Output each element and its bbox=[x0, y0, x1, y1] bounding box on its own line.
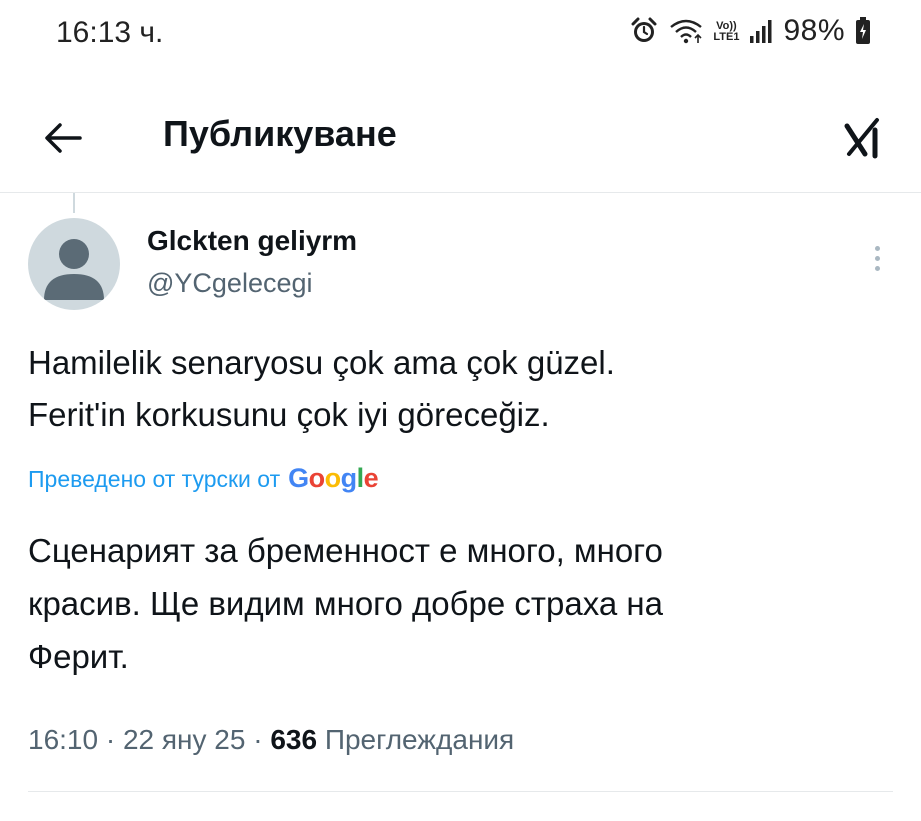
translated-text-line: Ферит. bbox=[28, 638, 129, 675]
tweet-meta: 16:10 · 22 яну 25 · 636 Преглеждания bbox=[28, 724, 514, 756]
arrow-left-icon bbox=[45, 123, 82, 153]
status-icons: Vo)) LTE1 98% bbox=[629, 14, 871, 48]
tweet-text: Hamilelik senaryosu çok ama çok güzel. F… bbox=[28, 337, 888, 441]
status-bar: 16:13 ч. Vo)) LTE1 98% bbox=[0, 0, 921, 70]
page-title: Публикуване bbox=[163, 113, 397, 154]
network-label: LTE1 bbox=[713, 31, 740, 43]
wifi-icon bbox=[669, 17, 703, 45]
bottom-divider bbox=[28, 791, 893, 792]
meta-separator: · bbox=[253, 724, 263, 755]
status-time: 16:13 ч. bbox=[56, 16, 164, 49]
tweet-text-line: Ferit'in korkusunu çok iyi göreceğiz. bbox=[28, 396, 550, 433]
default-avatar-icon bbox=[44, 239, 104, 300]
volte-icon: Vo)) LTE1 bbox=[713, 21, 739, 43]
views-label[interactable]: Преглеждания bbox=[325, 724, 514, 755]
avatar[interactable] bbox=[28, 218, 120, 310]
grok-button[interactable] bbox=[839, 112, 891, 164]
tweet-time[interactable]: 16:10 bbox=[28, 724, 98, 755]
more-options-button[interactable] bbox=[867, 238, 887, 278]
thread-line bbox=[73, 193, 75, 213]
author-handle[interactable]: @YCgelecegi bbox=[147, 268, 313, 299]
more-dot bbox=[874, 255, 880, 261]
more-dot bbox=[874, 265, 880, 271]
translation-label: Преведено от турски от bbox=[28, 466, 281, 492]
battery-percent: 98% bbox=[783, 14, 845, 47]
author-name[interactable]: Glckten geliyrm bbox=[147, 225, 357, 257]
header-divider bbox=[0, 192, 921, 193]
translated-text-line: Сценарият за бременност е много, много bbox=[28, 532, 663, 569]
header: Публикуване bbox=[0, 100, 921, 172]
meta-separator: · bbox=[105, 724, 116, 755]
grok-icon bbox=[844, 118, 879, 159]
alarm-icon bbox=[629, 16, 659, 46]
translated-text: Сценарият за бременност е много, много к… bbox=[28, 524, 898, 683]
tweet-date[interactable]: 22 яну 25 bbox=[123, 724, 245, 755]
views-count[interactable]: 636 bbox=[270, 724, 317, 755]
back-button[interactable] bbox=[40, 114, 88, 162]
battery-charging-icon bbox=[855, 17, 871, 45]
google-logo: Google bbox=[288, 463, 379, 493]
translation-attribution[interactable]: Преведено от турски от Google bbox=[28, 463, 379, 494]
more-dot bbox=[874, 245, 880, 251]
translated-text-line: красив. Ще видим много добре страха на bbox=[28, 585, 663, 622]
tweet-text-line: Hamilelik senaryosu çok ama çok güzel. bbox=[28, 344, 615, 381]
signal-icon bbox=[749, 18, 773, 44]
